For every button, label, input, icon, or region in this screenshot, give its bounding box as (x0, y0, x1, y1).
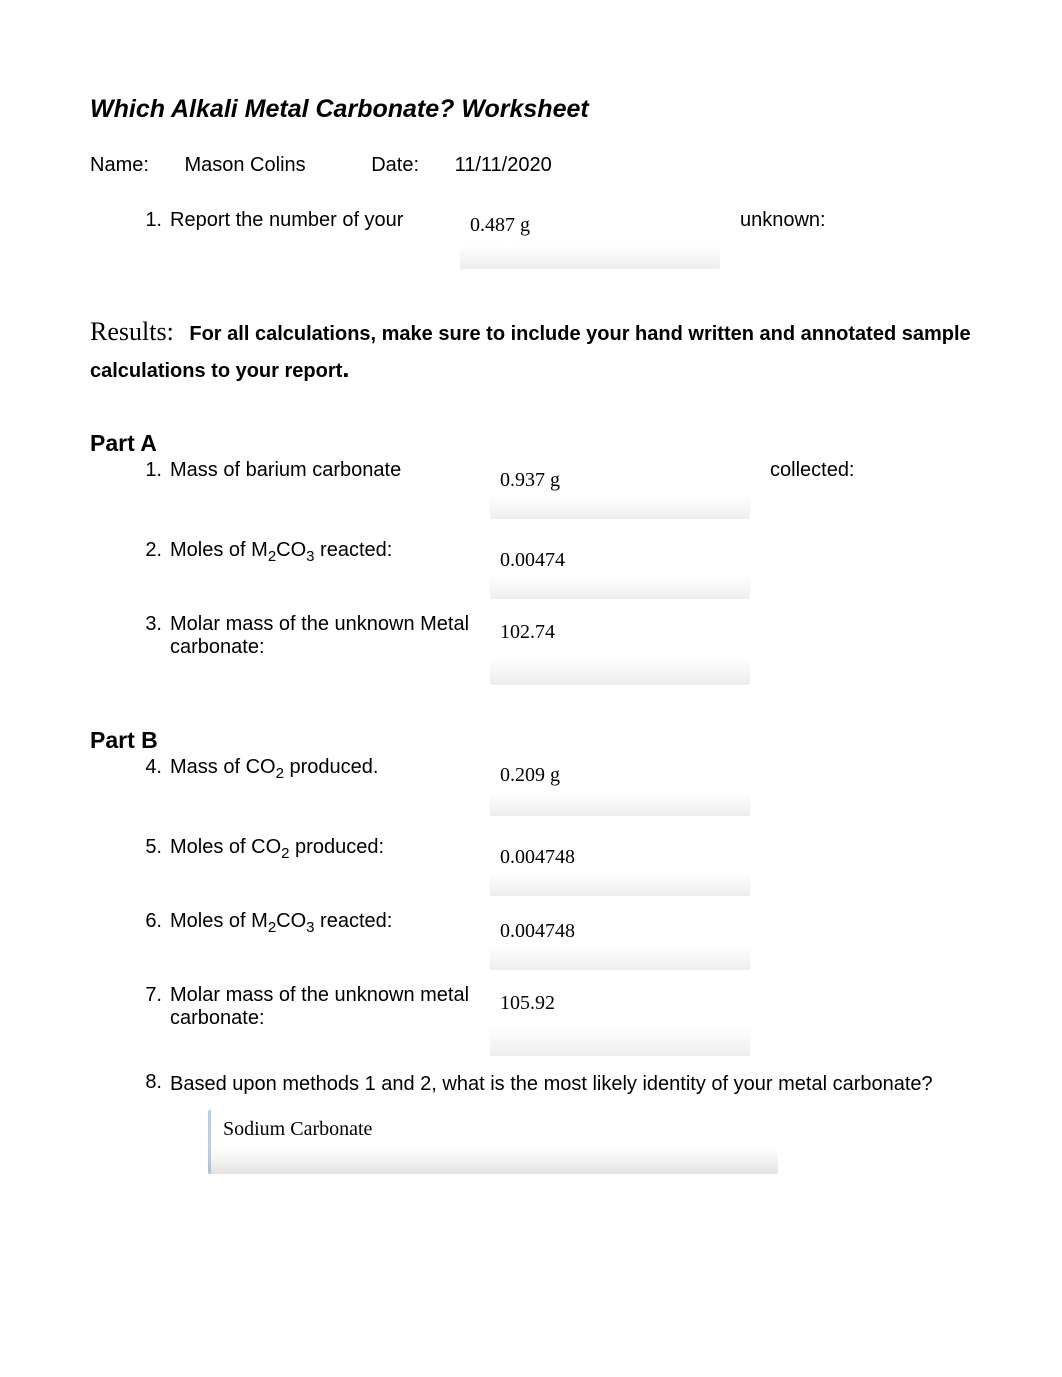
pb-q4-label: Mass of CO2 produced. (170, 756, 490, 779)
pa-q1-after: collected: (770, 459, 855, 482)
pa-q1-answer[interactable]: 0.937 g (490, 459, 750, 519)
worksheet-title: Which Alkali Metal Carbonate? Worksheet (90, 95, 972, 124)
q1-label: Report the number of your (170, 209, 460, 232)
pb-q5-num: 5. (130, 836, 162, 859)
pb-q7-num: 7. (130, 984, 162, 1007)
part-a-q1-row: 1. Mass of barium carbonate 0.937 g coll… (130, 459, 972, 519)
q1-number: 1. (130, 209, 162, 232)
pb-q7-label: Molar mass of the unknown metal carbonat… (170, 984, 490, 1030)
pb-q6-num: 6. (130, 910, 162, 933)
pa-q2-label: Moles of M2CO3 reacted: (170, 539, 490, 562)
pa-q3-answer[interactable]: 102.74 (490, 613, 750, 685)
part-b-q6-row: 6. Moles of M2CO3 reacted: 0.004748 (130, 910, 972, 970)
part-b-q7-row: 7. Molar mass of the unknown metal carbo… (130, 984, 972, 1056)
pb-q8-num: 8. (130, 1071, 162, 1094)
part-a-section: Part A 1. Mass of barium carbonate 0.937… (90, 430, 972, 685)
pb-q8-label: Based upon methods 1 and 2, what is the … (170, 1071, 933, 1098)
pb-q8-answer[interactable]: Sodium Carbonate (208, 1110, 778, 1174)
question-1-row: 1. Report the number of your 0.487 g unk… (130, 209, 972, 269)
part-b-q4-row: 4. Mass of CO2 produced. 0.209 g (130, 756, 972, 816)
pa-q2-num: 2. (130, 539, 162, 562)
pb-q5-label: Moles of CO2 produced: (170, 836, 490, 859)
part-b-heading: Part B (90, 727, 972, 754)
results-text: For all calculations, make sure to inclu… (90, 323, 971, 382)
part-b-section: Part B 4. Mass of CO2 produced. 0.209 g … (90, 727, 972, 1174)
q1-after: unknown: (740, 209, 826, 232)
pb-q6-answer[interactable]: 0.004748 (490, 910, 750, 970)
pb-q7-answer[interactable]: 105.92 (490, 984, 750, 1056)
pa-q3-num: 3. (130, 613, 162, 636)
part-a-q2-row: 2. Moles of M2CO3 reacted: 0.00474 (130, 539, 972, 599)
pa-q1-num: 1. (130, 459, 162, 482)
pb-q5-answer[interactable]: 0.004748 (490, 836, 750, 896)
results-heading: Results: (90, 317, 174, 346)
part-b-q5-row: 5. Moles of CO2 produced: 0.004748 (130, 836, 972, 896)
pa-q2-answer[interactable]: 0.00474 (490, 539, 750, 599)
name-label: Name: Mason Colins (90, 154, 336, 176)
part-a-q3-row: 3. Molar mass of the unknown Metal carbo… (130, 613, 972, 685)
name-date-row: Name: Mason Colins Date: 11/11/2020 (90, 154, 972, 177)
pa-q1-label: Mass of barium carbonate (170, 459, 490, 482)
date-label: Date: 11/11/2020 (371, 154, 582, 176)
results-section: Results: For all calculations, make sure… (90, 317, 972, 388)
pa-q3-label: Molar mass of the unknown Metal carbonat… (170, 613, 490, 659)
q1-answer[interactable]: 0.487 g (460, 209, 720, 269)
part-b-q8-block: 8. Based upon methods 1 and 2, what is t… (130, 1071, 972, 1174)
part-a-heading: Part A (90, 430, 972, 457)
pb-q4-answer[interactable]: 0.209 g (490, 756, 750, 816)
pb-q6-label: Moles of M2CO3 reacted: (170, 910, 490, 933)
pb-q4-num: 4. (130, 756, 162, 779)
